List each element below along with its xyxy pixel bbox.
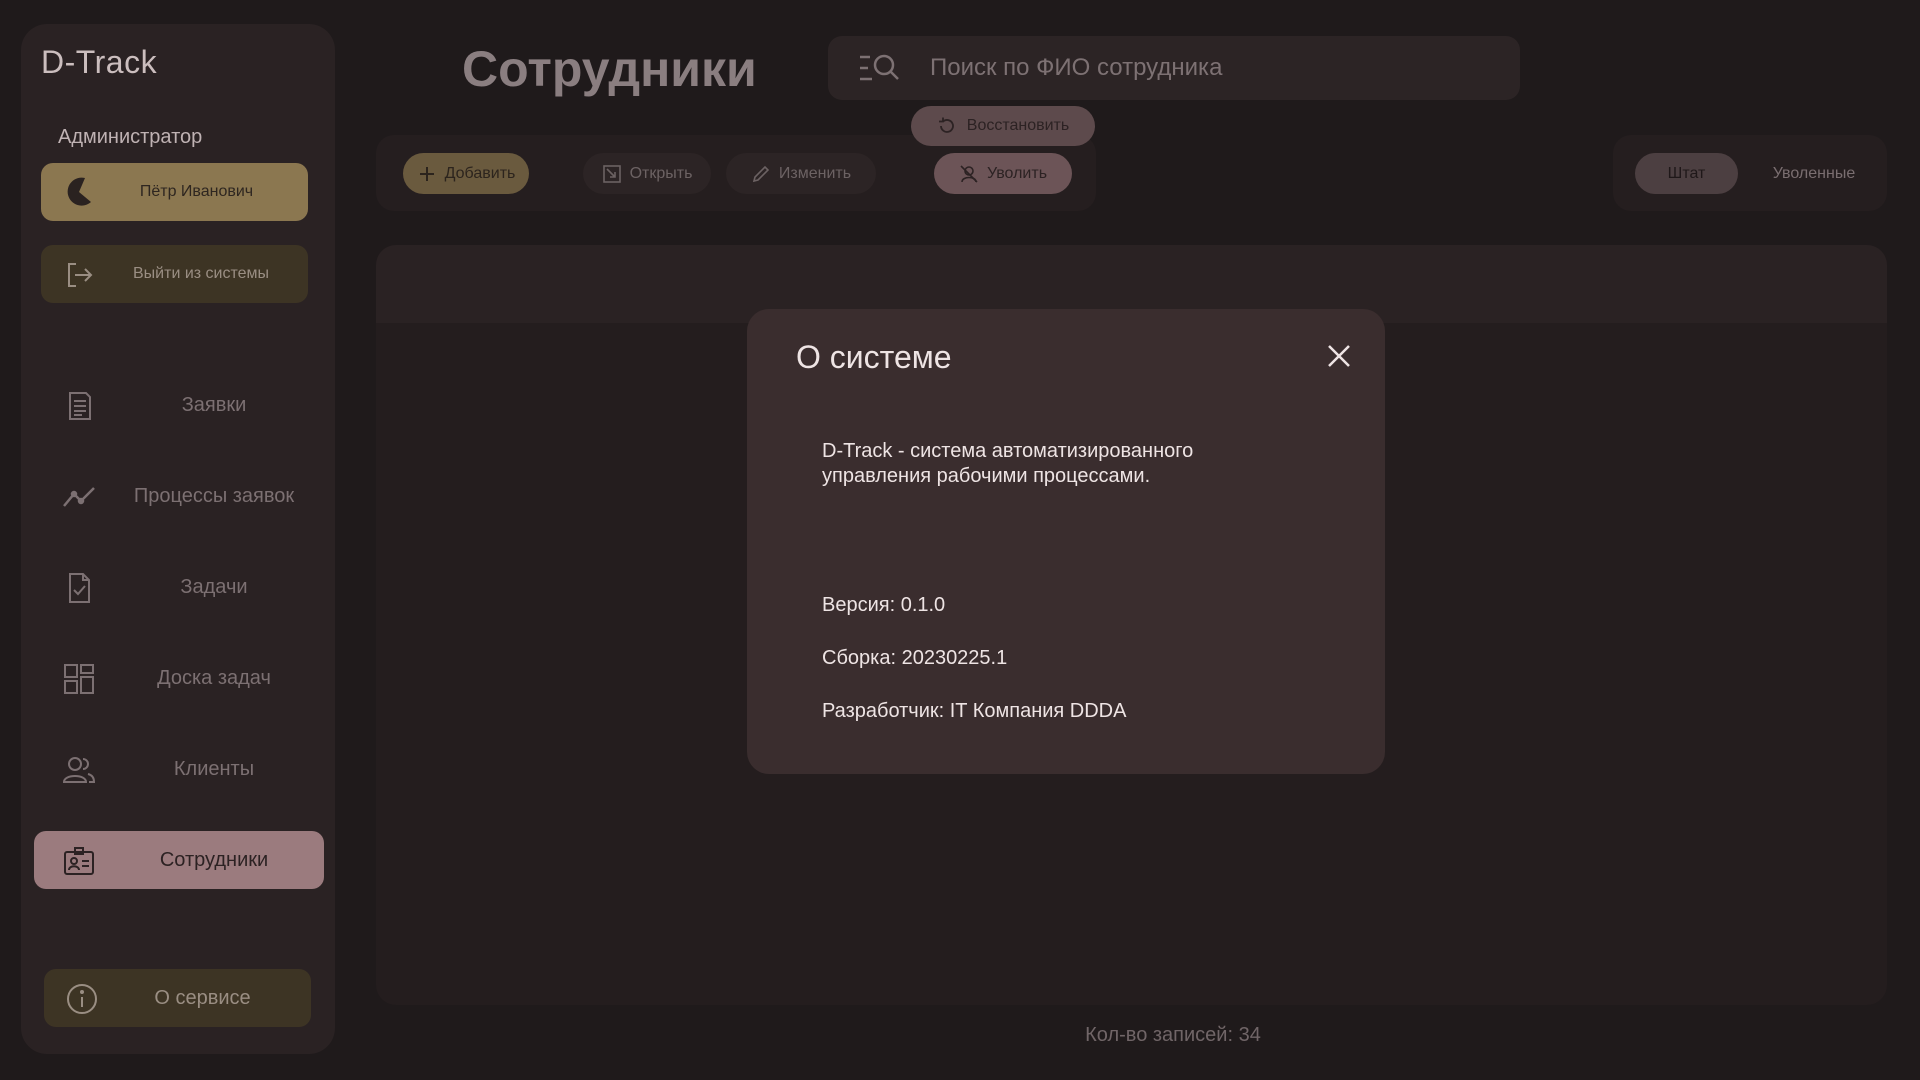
sidebar-item-tasks[interactable]: Задачи — [34, 558, 324, 616]
edit-button[interactable]: Изменить — [726, 153, 876, 194]
version-info: Версия: 0.1.0 — [822, 594, 946, 616]
user-profile-button[interactable]: Пётр Иванович — [41, 163, 308, 221]
search-input[interactable] — [930, 36, 1490, 100]
developer-info: Разработчик: IT Компания DDDA — [822, 700, 1127, 722]
sidebar-item-label: Заявки — [181, 393, 247, 416]
pencil-icon — [752, 165, 770, 182]
sidebar: D-Track Администратор Пётр Иванович Выйт… — [21, 24, 335, 1054]
open-button-label: Открыть — [629, 164, 693, 182]
grid-board-icon — [64, 664, 94, 694]
users-icon — [62, 757, 96, 783]
close-icon[interactable] — [1324, 341, 1354, 371]
dialog-description: D-Track - система автоматизированного уп… — [822, 440, 1194, 487]
about-service-button[interactable]: О сервисе — [44, 969, 311, 1027]
sidebar-item-label: Задачи — [180, 575, 248, 598]
sidebar-item-label: Доска задач — [157, 666, 271, 689]
logout-button[interactable]: Выйти из системы — [41, 245, 308, 303]
filter-staff-button[interactable]: Штат — [1635, 153, 1738, 194]
user-remove-icon — [960, 164, 978, 183]
toolbar: Добавить Открыть Изменить Уволить — [376, 135, 1096, 211]
filter-dismissed-button[interactable]: Уволенные — [1753, 153, 1875, 194]
sidebar-item-request-processes[interactable]: Процессы заявок — [34, 467, 324, 525]
id-badge-icon — [64, 847, 94, 875]
open-window-icon — [602, 164, 621, 183]
sidebar-item-label: Сотрудники — [159, 848, 269, 871]
trend-line-icon — [63, 487, 95, 507]
logout-icon — [68, 263, 93, 287]
document-list-icon — [69, 392, 91, 420]
app-logo: D-Track — [41, 44, 158, 80]
sidebar-item-requests[interactable]: Заявки — [34, 376, 324, 434]
dismiss-button[interactable]: Уволить — [934, 153, 1072, 194]
sidebar-item-employees[interactable]: Сотрудники — [34, 831, 324, 889]
add-button[interactable]: Добавить — [403, 153, 529, 194]
employee-filter: Штат Уволенные — [1613, 135, 1887, 211]
file-check-icon — [69, 573, 90, 603]
open-button[interactable]: Открыть — [583, 153, 711, 194]
sidebar-item-label: Клиенты — [173, 757, 255, 780]
avatar-icon — [67, 177, 91, 206]
edit-button-label: Изменить — [778, 164, 852, 182]
build-info: Сборка: 20230225.1 — [822, 647, 1008, 669]
info-icon — [67, 984, 97, 1014]
restore-button-label: Восстановить — [966, 117, 1070, 134]
user-role: Администратор — [58, 126, 203, 148]
search-box — [828, 36, 1520, 100]
sidebar-item-task-board[interactable]: Доска задач — [34, 649, 324, 707]
restore-button[interactable]: Восстановить — [911, 106, 1095, 146]
plus-icon — [419, 166, 434, 181]
add-button-label: Добавить — [444, 164, 516, 182]
sidebar-item-label: Процессы заявок — [133, 484, 295, 507]
sidebar-item-clients[interactable]: Клиенты — [34, 740, 324, 798]
dialog-title: О системе — [796, 339, 952, 375]
search-filter-icon — [860, 54, 899, 81]
about-service-label: О сервисе — [154, 986, 251, 1009]
dismiss-button-label: Уволить — [986, 164, 1048, 182]
restore-icon — [938, 117, 954, 133]
about-dialog: О системе D-Track - система автоматизиро… — [747, 309, 1385, 774]
page-title: Сотрудники — [462, 41, 757, 97]
sidebar-nav: Заявки Процессы заявок Задачи Доска зада… — [34, 376, 324, 922]
records-count: Кол-во записей: 34 — [1085, 1024, 1261, 1046]
